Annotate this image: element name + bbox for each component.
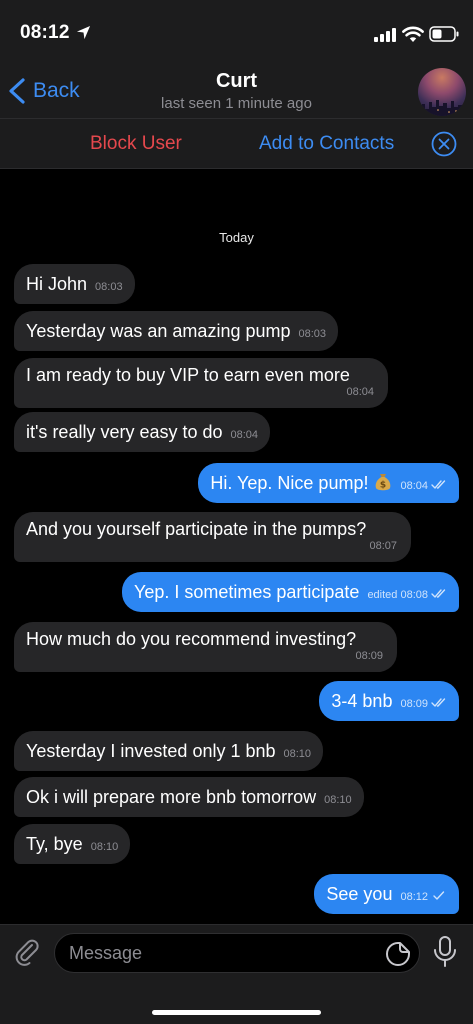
message-time: 08:10 [283,748,312,760]
message-time: edited 08:08 [367,589,428,601]
message-input[interactable] [69,940,369,966]
message-text: I am ready to buy VIP to earn even more [26,365,350,385]
message-time: 08:04 [400,480,428,492]
message-bubble-outgoing[interactable]: 3-4 bnb 08:09 [319,681,459,721]
message-time: 08:12 [400,891,428,903]
message-text: How much do you recommend investing? [26,629,357,649]
message-text: See you [326,884,393,904]
message-bubble-incoming[interactable]: Ok i will prepare more bnb tomorrow 08:10 [14,777,364,817]
battery-icon [429,26,459,42]
message-text: 3-4 bnb [331,691,393,711]
date-separator: Today [219,230,254,245]
attach-icon[interactable] [12,937,42,967]
message-bubble-incoming[interactable]: Ty, bye 08:10 [14,824,131,864]
home-indicator[interactable] [152,1010,321,1015]
message-bubble-incoming[interactable]: How much do you recommend investing? 08:… [14,622,397,672]
message-list[interactable]: Today Hi John 08:03 Yesterday was an amaz… [0,170,473,924]
message-composer [0,924,473,1024]
block-user-button[interactable]: Block User [90,133,182,155]
message-time: 08:07 [369,540,397,552]
message-text: Ok i will prepare more bnb tomorrow [26,787,317,807]
avatar-cityscape-image [418,100,466,116]
message-time: 08:09 [355,650,383,662]
message-bubble-incoming[interactable]: Hi John 08:03 [14,264,135,304]
message-text: Ty, bye [26,834,83,854]
message-text: Yesterday I invested only 1 bnb [26,741,276,761]
cellular-signal-icon [374,28,396,42]
message-time: 08:03 [298,328,327,340]
close-banner-icon[interactable] [431,131,457,157]
contact-name[interactable]: Curt [0,70,473,93]
wifi-icon [402,26,424,42]
microphone-icon[interactable] [432,935,458,969]
message-text: Yesterday was an amazing pump [26,321,291,341]
chat-header: Back Curt last seen 1 minute ago [0,64,473,119]
message-time: 08:10 [90,841,119,853]
status-time: 08:12 [20,22,70,43]
message-bubble-outgoing[interactable]: Hi. Yep. Nice pump! $ 08:04 [198,463,459,503]
message-text: Hi. Yep. Nice pump! [210,473,369,493]
message-bubble-incoming[interactable]: Yesterday was an amazing pump 08:03 [14,311,339,351]
message-time: 08:09 [400,698,428,710]
message-bubble-outgoing[interactable]: Yep. I sometimes participate edited 08:08 [121,572,459,612]
unknown-contact-banner: Block User Add to Contacts [0,119,473,169]
message-text: Yep. I sometimes participate [133,582,360,602]
status-bar: 08:12 [0,0,473,64]
message-text: it's really very easy to do [26,422,223,442]
last-seen-status: last seen 1 minute ago [161,95,312,112]
svg-text:$: $ [380,481,386,491]
sticker-icon[interactable] [385,941,411,967]
add-to-contacts-button[interactable]: Add to Contacts [259,133,394,155]
money-bag-icon: $ [376,474,391,491]
single-check-icon [433,891,445,900]
message-time: 08:03 [95,281,123,293]
message-time: 08:04 [346,386,374,398]
double-check-icon [431,589,446,598]
double-check-icon [431,480,446,489]
message-bubble-incoming[interactable]: it's really very easy to do 08:04 [14,412,271,452]
message-bubble-outgoing[interactable]: See you 08:12 [314,874,459,914]
message-bubble-incoming[interactable]: I am ready to buy VIP to earn even more … [14,358,388,408]
location-arrow-icon [76,25,91,40]
message-text: Hi John [26,274,88,294]
message-time: 08:10 [324,794,352,806]
message-bubble-incoming[interactable]: Yesterday I invested only 1 bnb 08:10 [14,731,324,771]
message-bubble-incoming[interactable]: And you yourself participate in the pump… [14,512,411,562]
message-time: 08:04 [230,429,259,441]
avatar[interactable] [418,68,466,116]
message-input-container[interactable] [54,933,420,973]
double-check-icon [431,698,446,707]
message-text: And you yourself participate in the pump… [26,519,367,539]
